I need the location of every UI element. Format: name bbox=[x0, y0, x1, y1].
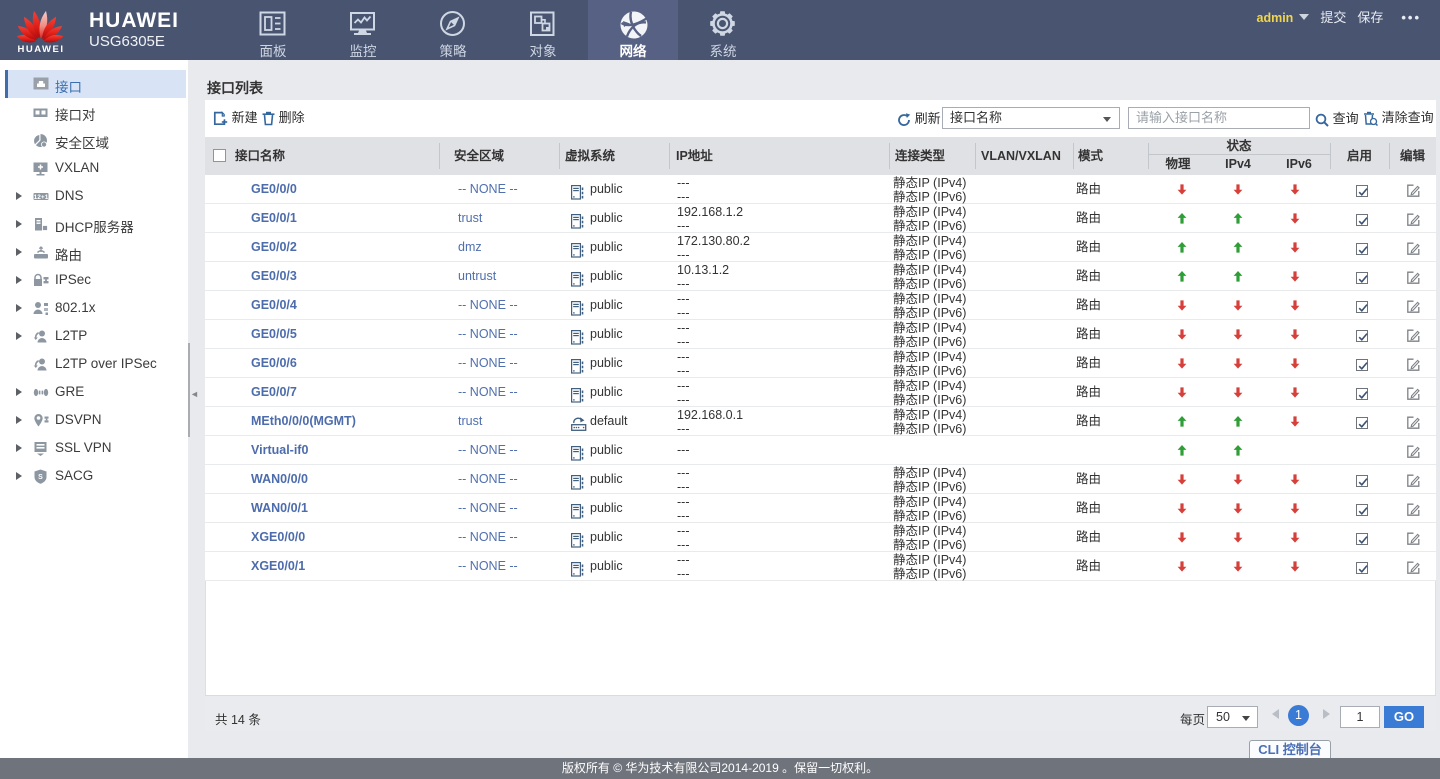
svg-text:S: S bbox=[38, 474, 43, 481]
svg-text:12+1: 12+1 bbox=[34, 194, 49, 201]
